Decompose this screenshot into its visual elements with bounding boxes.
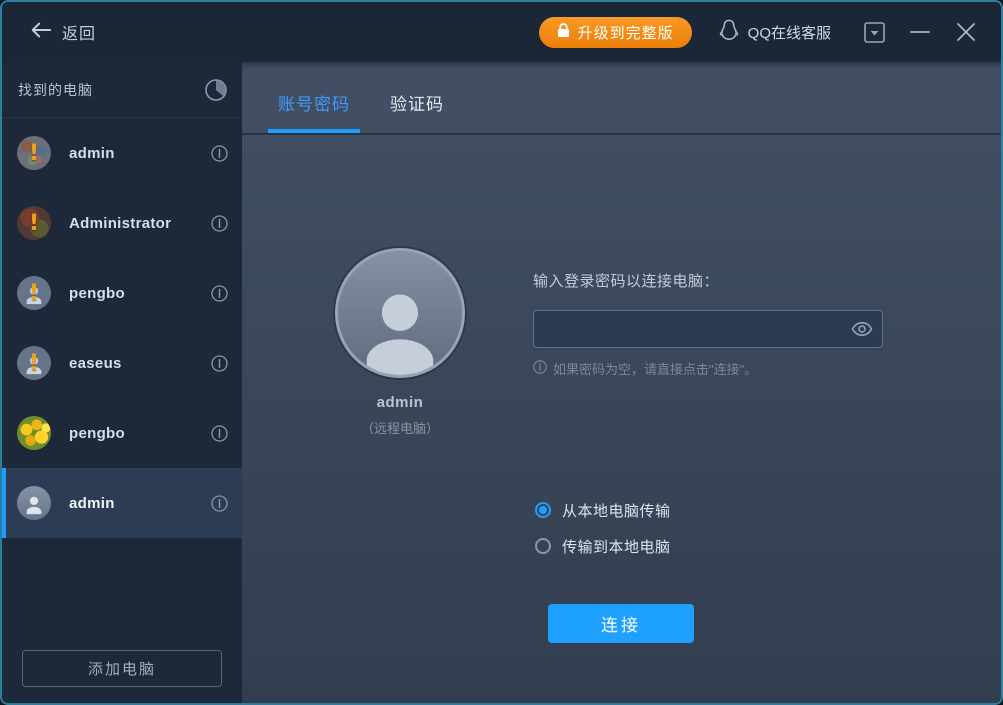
avatar: [17, 486, 51, 520]
add-computer-button[interactable]: 添加电脑: [22, 650, 222, 687]
computer-item-admin-1[interactable]: ! admin: [2, 118, 242, 188]
remote-computer-label: （远程电脑）: [360, 421, 439, 436]
computer-item-admin-2-selected[interactable]: admin: [2, 468, 242, 538]
qq-support-label: QQ在线客服: [747, 24, 831, 42]
remote-computer-block: admin （远程电脑）: [295, 248, 505, 437]
computer-item-easeus[interactable]: ! easeus: [2, 328, 242, 398]
back-button[interactable]: 返回: [30, 20, 96, 44]
computer-name: easeus: [69, 354, 122, 372]
main-panel: 账号密码 验证码 admin （远程电脑） 输入登录密码以连接电脑： 如果密码为…: [242, 62, 1001, 703]
minimize-button[interactable]: [909, 21, 931, 43]
close-button[interactable]: [955, 21, 977, 43]
info-icon[interactable]: [211, 354, 228, 372]
info-icon[interactable]: [211, 424, 228, 442]
lock-icon: [557, 22, 570, 42]
remote-user-avatar: [335, 248, 465, 378]
connect-panel: admin （远程电脑） 输入登录密码以连接电脑： 如果密码为空，请直接点击"连…: [242, 135, 1001, 703]
info-icon[interactable]: [211, 284, 228, 302]
radio-transfer-from-local[interactable]: 从本地电脑传输: [535, 492, 671, 528]
info-icon[interactable]: [211, 214, 228, 232]
scan-progress-icon: [204, 78, 228, 102]
title-bar: 返回 升级到完整版 QQ在线客服: [2, 2, 1001, 62]
alert-icon: !: [28, 140, 40, 166]
info-icon[interactable]: [211, 494, 228, 512]
sidebar-title: 找到的电脑: [18, 81, 93, 98]
qq-penguin-icon: [718, 18, 740, 46]
upgrade-label: 升级到完整版: [577, 24, 674, 42]
alert-icon: !: [28, 280, 40, 306]
show-password-eye-icon[interactable]: [851, 319, 873, 339]
computer-list: ! admin ! Administrator ! pengbo ! easeu…: [2, 118, 242, 703]
auth-tabs: 账号密码 验证码: [242, 62, 1001, 135]
remote-user-name: admin: [376, 394, 424, 411]
back-arrow-icon: [30, 21, 52, 44]
tab-account-password[interactable]: 账号密码: [268, 90, 360, 133]
password-form: 输入登录密码以连接电脑： 如果密码为空，请直接点击"连接"。: [533, 270, 885, 378]
tab-verification-code[interactable]: 验证码: [384, 90, 450, 133]
back-label: 返回: [62, 26, 97, 43]
alert-icon: !: [28, 350, 40, 376]
radio-label: 从本地电脑传输: [562, 502, 671, 520]
avatar: [17, 416, 51, 450]
radio-button-icon: [535, 538, 551, 554]
computer-item-administrator[interactable]: ! Administrator: [2, 188, 242, 258]
tray-dropdown-button[interactable]: [863, 21, 885, 43]
radio-button-icon: [535, 502, 551, 518]
info-icon[interactable]: [211, 144, 228, 162]
password-hint-text: 如果密码为空，请直接点击"连接"。: [553, 362, 758, 377]
sidebar-header: 找到的电脑: [2, 62, 242, 118]
computer-item-pengbo-2[interactable]: pengbo: [2, 398, 242, 468]
password-label: 输入登录密码以连接电脑：: [533, 273, 720, 290]
connect-button[interactable]: 连接: [548, 604, 694, 643]
radio-label: 传输到本地电脑: [562, 538, 671, 556]
computer-name: pengbo: [69, 284, 125, 302]
computer-name: admin: [69, 494, 115, 512]
app-window: 返回 升级到完整版 QQ在线客服 找到的电脑 ! admin ! Adminis…: [0, 0, 1003, 705]
info-circle-icon: [533, 360, 547, 377]
alert-icon: !: [28, 210, 40, 236]
password-input[interactable]: [533, 310, 883, 348]
computer-name: Administrator: [69, 214, 172, 232]
computer-item-pengbo-1[interactable]: ! pengbo: [2, 258, 242, 328]
password-hint: 如果密码为空，请直接点击"连接"。: [533, 359, 885, 378]
computer-name: admin: [69, 144, 115, 162]
computer-sidebar: 找到的电脑 ! admin ! Administrator ! pengbo !…: [2, 62, 242, 703]
computer-name: pengbo: [69, 424, 125, 442]
qq-support-button[interactable]: QQ在线客服: [718, 18, 831, 46]
upgrade-button[interactable]: 升级到完整版: [538, 16, 692, 48]
transfer-direction-group: 从本地电脑传输 传输到本地电脑: [535, 492, 671, 564]
radio-transfer-to-local[interactable]: 传输到本地电脑: [535, 528, 671, 564]
